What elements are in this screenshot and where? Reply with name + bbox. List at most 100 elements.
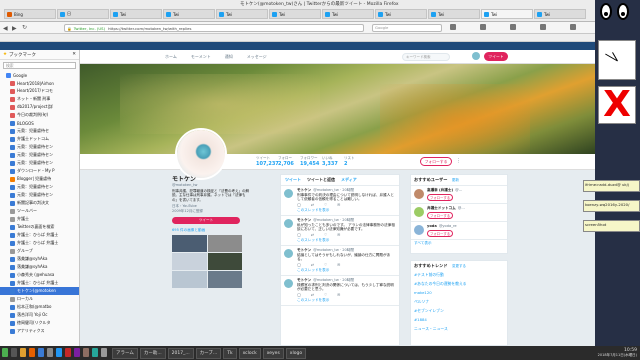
menu-icon[interactable] — [570, 24, 576, 30]
settings-icon[interactable] — [47, 348, 53, 357]
taskbar-item[interactable]: Tk — [223, 347, 237, 359]
twitter-nav-item[interactable]: ホーム — [165, 54, 177, 60]
tweet-avatar[interactable] — [284, 278, 293, 288]
follow-user-button[interactable]: フォローする — [427, 230, 453, 237]
tweet-to-button[interactable]: ツイート — [172, 217, 240, 225]
timeline-tab[interactable]: メディア — [341, 177, 357, 183]
browser-tab[interactable]: Twi — [481, 9, 533, 19]
media-thumbnail[interactable] — [172, 271, 207, 289]
taskbar-item[interactable]: xeyes — [262, 347, 284, 359]
mail-icon[interactable] — [56, 348, 62, 357]
media-thumbnail[interactable] — [172, 235, 207, 253]
home-icon[interactable] — [540, 24, 546, 30]
forward-icon[interactable]: ▶ — [12, 25, 17, 32]
browser-tab[interactable]: Twi — [163, 9, 215, 19]
volume-icon[interactable] — [101, 348, 107, 357]
reply-icon[interactable]: ◯ — [297, 203, 301, 208]
network-icon[interactable] — [92, 348, 98, 357]
sidebar-search-input[interactable]: 検索 — [3, 62, 76, 69]
user-name[interactable]: yoda — [427, 224, 437, 228]
bookmark-item[interactable]: 元奥：児童虐待セ — [0, 127, 79, 135]
taskbar-item[interactable]: xclock — [238, 347, 261, 359]
sticky-note[interactable]: ifrime>add-duzd@ uk/j — [583, 180, 640, 192]
taskbar-item[interactable]: 2017_... — [167, 347, 194, 359]
address-bar[interactable]: 🔒 Twitter, Inc. (US) https://twitter.com… — [64, 24, 364, 32]
media-thumbnail[interactable] — [207, 235, 242, 253]
bookmark-item[interactable]: db2017/project|詳 — [0, 103, 79, 111]
change-trends-link[interactable]: 変更する — [452, 264, 466, 268]
profile-stat[interactable]: リスト 2 — [344, 156, 355, 167]
trend-item[interactable]: #あなたの今日の運勢を教える — [411, 280, 507, 289]
bookmark-item[interactable]: 弁護士：ひらば 弁護士 — [0, 279, 79, 287]
bookmark-item[interactable]: ネット・新聞 刑事 — [0, 95, 79, 103]
suggested-user[interactable]: 弁護士ドットコム @... フォローする — [411, 203, 507, 221]
like-icon[interactable]: ♡ — [324, 203, 327, 208]
bookmark-item[interactable]: Heart/2018|Airhon — [0, 79, 79, 87]
files-icon[interactable] — [20, 348, 26, 357]
avatar[interactable] — [414, 225, 424, 235]
timeline-tab[interactable]: ツイート — [285, 177, 301, 183]
like-icon[interactable]: ♡ — [324, 263, 327, 268]
back-icon[interactable]: ◀ — [3, 25, 8, 32]
bookmark-item[interactable]: 松本正和(@matbo — [0, 303, 79, 311]
search-bar[interactable]: Google — [372, 24, 442, 32]
media-link[interactable]: 695 件の画像と動画 — [172, 228, 250, 233]
browser-tab[interactable]: Twi — [534, 9, 586, 19]
dm-icon[interactable]: ✉ — [337, 233, 340, 238]
tweet-author[interactable]: モトケン — [297, 278, 311, 282]
tweet-avatar[interactable] — [284, 218, 293, 228]
bookmark-item[interactable]: BLOGOS — [0, 119, 79, 127]
close-icon[interactable]: ✕ — [72, 52, 76, 57]
bookmark-item[interactable]: モトケン(@motoken — [0, 287, 79, 295]
twitter-nav-item[interactable]: 通知 — [225, 54, 233, 60]
suggested-user[interactable]: yoda @yoda_re フォローする — [411, 221, 507, 239]
text-editor-icon[interactable] — [38, 348, 44, 357]
retweet-icon[interactable]: ⇄ — [311, 293, 314, 298]
avatar[interactable] — [414, 189, 424, 199]
apps-menu-icon[interactable] — [2, 348, 8, 357]
bookmark-item[interactable]: 元奥：児童虐待セン — [0, 191, 79, 199]
tweet[interactable]: モトケン @motoken_tw · 20時間 検察官の求刑と判決の関係については、… — [281, 276, 399, 306]
reply-icon[interactable]: ◯ — [297, 263, 301, 268]
archive-icon[interactable] — [83, 348, 89, 357]
taskbar-item[interactable]: xlogo — [285, 347, 307, 359]
image-icon[interactable] — [74, 348, 80, 357]
avatar[interactable] — [414, 207, 424, 217]
view-all-link[interactable]: すべて表示 — [411, 239, 507, 247]
bookmark-item[interactable]: ローカル — [0, 295, 79, 303]
reload-icon[interactable]: ↻ — [22, 24, 27, 31]
browser-tab[interactable]: Twi — [375, 9, 427, 19]
bookmark-item[interactable]: Heart/2017/ドコモ — [0, 87, 79, 95]
dm-icon[interactable]: ✉ — [337, 203, 340, 208]
terminal-icon[interactable] — [11, 348, 17, 357]
taskbar-item[interactable]: カー助... — [139, 347, 166, 359]
user-name[interactable]: 高瀬幸 (弁護士) — [427, 188, 453, 192]
bookmark-item[interactable]: 元奥：児童虐待セン — [0, 159, 79, 167]
download-icon[interactable] — [450, 24, 456, 30]
trend-item[interactable]: #1884 — [411, 316, 507, 325]
profile-avatar[interactable] — [175, 128, 227, 180]
tweet-author[interactable]: モトケン — [297, 248, 311, 252]
retweet-icon[interactable]: ⇄ — [311, 233, 314, 238]
user-name[interactable]: 弁護士ドットコム — [427, 206, 456, 210]
twitter-nav-item[interactable]: モーメント — [191, 54, 211, 60]
trend-item[interactable]: make120 — [411, 289, 507, 298]
show-thread-link[interactable]: このスレッドを表示 — [297, 268, 396, 273]
profile-stat[interactable]: ツイート 107,237 — [256, 156, 279, 167]
bookmark-item[interactable]: 落美謙@syhAka — [0, 263, 79, 271]
bookmark-item[interactable]: 落美謙@syhAka — [0, 255, 79, 263]
tweet-avatar[interactable] — [284, 189, 293, 198]
bookmark-item[interactable]: グループ — [0, 247, 79, 255]
taskbar-item[interactable]: アラーム — [112, 347, 138, 359]
browser-tab[interactable]: Twi — [428, 9, 480, 19]
trend-item[interactable]: #テスト前の行動 — [411, 271, 507, 280]
bookmark-item[interactable]: 元奥：児童虐待セン — [0, 151, 79, 159]
sticky-note[interactable]: screen5hot — [583, 220, 640, 232]
follow-user-button[interactable]: フォローする — [427, 212, 453, 219]
show-thread-link[interactable]: このスレッドを表示 — [297, 238, 396, 243]
profile-stat[interactable]: フォロワー 19,454 — [300, 156, 319, 167]
retweet-icon[interactable]: ⇄ — [311, 203, 314, 208]
timeline-tab[interactable]: ツイートと返信 — [307, 177, 335, 183]
twitter-search-input[interactable]: キーワード検索 — [402, 53, 450, 61]
follow-user-button[interactable]: フォローする — [427, 194, 453, 201]
